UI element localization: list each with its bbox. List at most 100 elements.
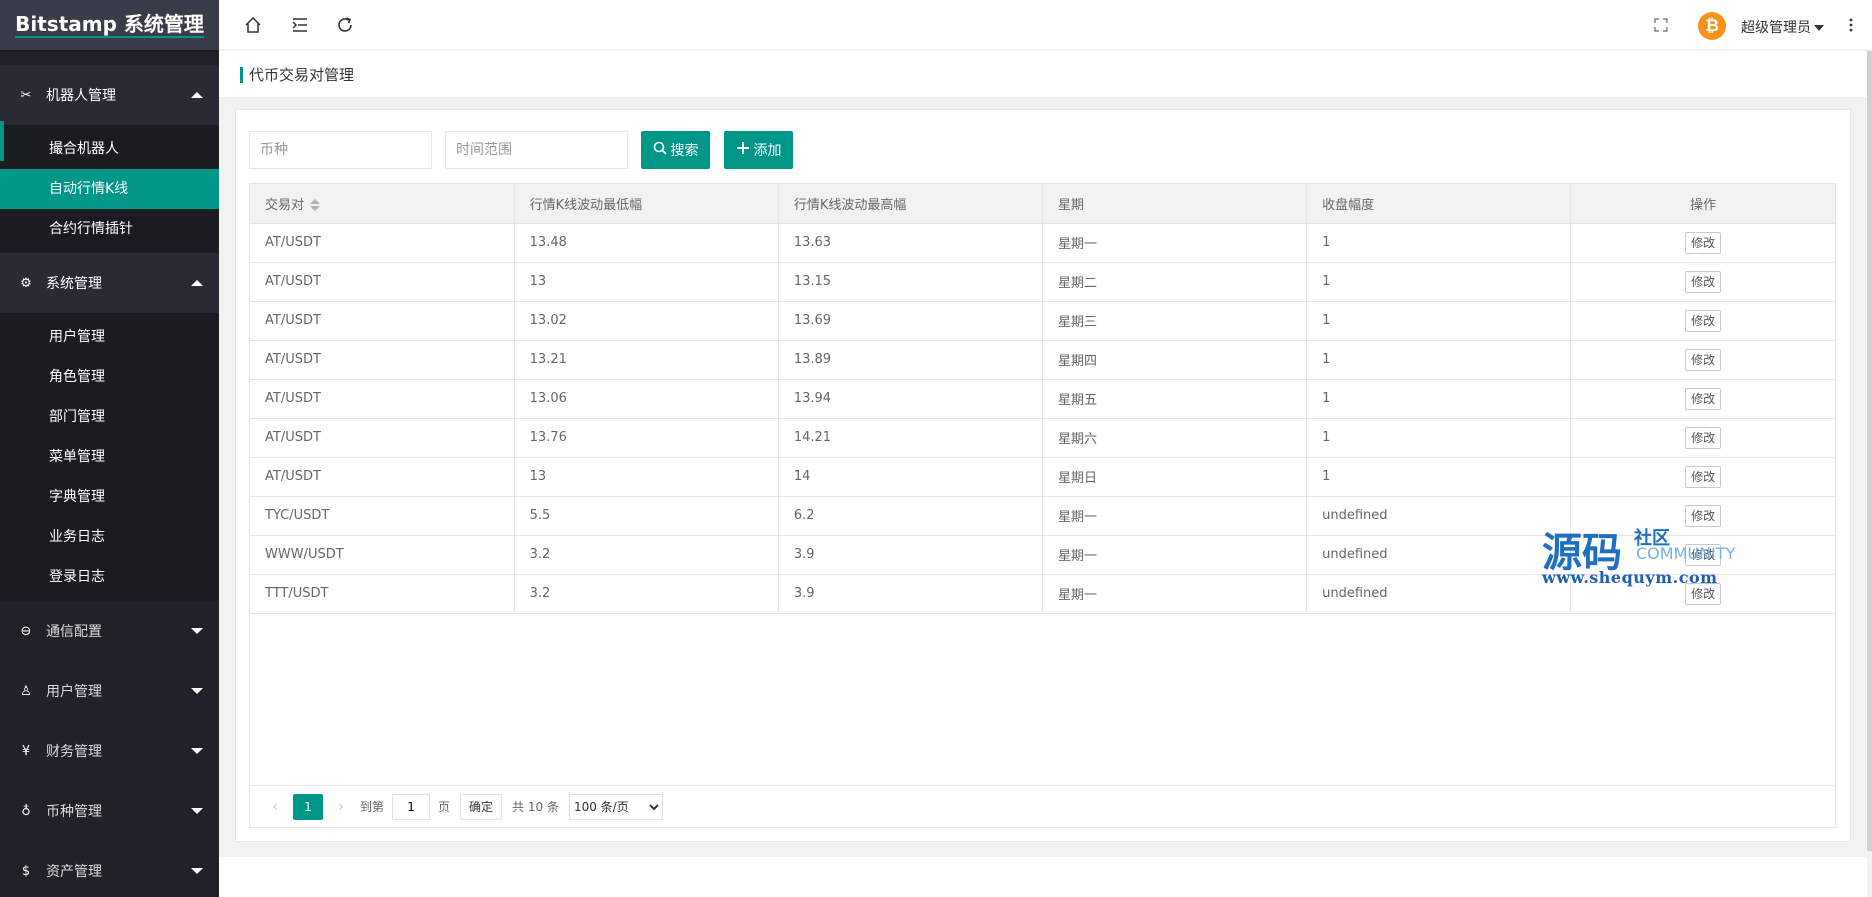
table-cell-action: 修改: [1570, 457, 1835, 497]
data-table: 交易对 行情K线波动最低幅 行情K线波动最高幅 星期 收盘幅度 操作 AT/US…: [249, 183, 1836, 828]
sidebar-item-roles[interactable]: 角色管理: [0, 357, 219, 397]
edit-button[interactable]: 修改: [1685, 231, 1722, 254]
avatar[interactable]: ₿: [1698, 12, 1726, 40]
edit-button[interactable]: 修改: [1685, 465, 1722, 488]
table-row: AT/USDT 13.76 14.21 星期六 1 修改: [250, 418, 1835, 458]
sidebar-item-contract-spike[interactable]: 合约行情插针: [0, 209, 219, 249]
next-page-icon[interactable]: ›: [328, 794, 354, 820]
add-button[interactable]: 添加: [724, 131, 793, 169]
goto-page-input[interactable]: [392, 793, 431, 820]
app-title: Bitstamp 系统管理: [15, 12, 204, 38]
page-title: 代币交易对管理: [249, 66, 355, 84]
edit-button[interactable]: 修改: [1685, 582, 1722, 605]
plus-icon: [736, 141, 750, 159]
menu-group-coin-title[interactable]: ♁ 币种管理: [0, 781, 219, 841]
edit-button[interactable]: 修改: [1685, 504, 1722, 527]
table-cell: 3.9: [778, 535, 1043, 575]
table-cell: 13.76: [514, 418, 779, 458]
table-cell: 13.48: [514, 223, 779, 263]
table-cell: 13.06: [514, 379, 779, 419]
menu-group-robot-title[interactable]: ✂ 机器人管理: [0, 65, 219, 125]
table-cell: 星期四: [1042, 340, 1308, 380]
title-accent-bar: [240, 67, 243, 83]
menu-group-asset: $ 资产管理: [0, 841, 219, 897]
table-cell: AT/USDT: [250, 262, 515, 302]
table-cell: undefined: [1306, 535, 1572, 575]
scrollbar[interactable]: [1867, 51, 1872, 851]
table-row: AT/USDT 13.21 13.89 星期四 1 修改: [250, 340, 1835, 380]
menu-group-label: 资产管理: [46, 864, 102, 880]
fullscreen-icon[interactable]: [1649, 13, 1673, 37]
user-menu[interactable]: 超级管理员: [1741, 17, 1824, 37]
col-header-action: 操作: [1570, 184, 1835, 224]
col-header-pair[interactable]: 交易对: [250, 184, 515, 224]
table-cell: AT/USDT: [250, 340, 515, 380]
table-cell: AT/USDT: [250, 379, 515, 419]
edit-button[interactable]: 修改: [1685, 348, 1722, 371]
menu-group-user-title[interactable]: ♙ 用户管理: [0, 661, 219, 721]
wrench-icon: ✂: [20, 87, 32, 103]
sidebar-item-auto-kline[interactable]: 自动行情K线: [0, 169, 219, 209]
submenu-system: 用户管理 角色管理 部门管理 菜单管理 字典管理 业务日志 登录日志: [0, 313, 219, 601]
menu-group-asset-title[interactable]: $ 资产管理: [0, 841, 219, 897]
pagination: ‹ 1 › 到第 页 确定 共 10 条 100 条/页: [250, 785, 1835, 827]
sidebar-item-menus[interactable]: 菜单管理: [0, 437, 219, 477]
submenu-robot: 撮合机器人 自动行情K线 合约行情插针: [0, 121, 219, 253]
menu-group-system: ⚙ 系统管理 用户管理 角色管理 部门管理 菜单管理 字典管理 业务日志 登录日…: [0, 253, 219, 601]
sidebar-item-match-robot[interactable]: 撮合机器人: [0, 121, 219, 169]
app-logo[interactable]: Bitstamp 系统管理: [0, 0, 219, 50]
table-cell: 星期一: [1042, 535, 1308, 575]
table-cell: TYC/USDT: [250, 496, 515, 536]
home-icon[interactable]: [241, 13, 265, 37]
table-cell-action: 修改: [1570, 418, 1835, 458]
table-cell: 1: [1306, 379, 1572, 419]
sort-icon[interactable]: [310, 199, 321, 212]
top-header: ₿ 超级管理员: [219, 0, 1872, 50]
edit-button[interactable]: 修改: [1685, 387, 1722, 410]
col-header-weekday: 星期: [1042, 184, 1308, 224]
edit-button[interactable]: 修改: [1685, 309, 1722, 332]
prev-page-icon[interactable]: ‹: [262, 794, 288, 820]
menu-group-label: 用户管理: [46, 684, 102, 700]
time-range-input[interactable]: [445, 131, 628, 169]
chevron-up-icon: [191, 280, 203, 286]
table-cell: WWW/USDT: [250, 535, 515, 575]
table-cell-action: 修改: [1570, 340, 1835, 380]
table-cell: 星期二: [1042, 262, 1308, 302]
menu-group-robot: ✂ 机器人管理 撮合机器人 自动行情K线 合约行情插针: [0, 65, 219, 253]
goto-confirm-button[interactable]: 确定: [460, 793, 503, 820]
sidebar-item-business-log[interactable]: 业务日志: [0, 517, 219, 557]
edit-button[interactable]: 修改: [1685, 543, 1722, 566]
table-cell: 13.69: [778, 301, 1043, 341]
menu-group-comm-title[interactable]: ⊖ 通信配置: [0, 601, 219, 661]
menu-group-finance-title[interactable]: ¥ 财务管理: [0, 721, 219, 781]
edit-button[interactable]: 修改: [1685, 426, 1722, 449]
table-cell: 13.89: [778, 340, 1043, 380]
menu-toggle-icon[interactable]: [288, 13, 312, 37]
sidebar-item-dictionary[interactable]: 字典管理: [0, 477, 219, 517]
search-button[interactable]: 搜索: [641, 131, 710, 169]
table-cell-action: 修改: [1570, 223, 1835, 263]
table-row: AT/USDT 13.48 13.63 星期一 1 修改: [250, 223, 1835, 263]
sidebar: Bitstamp 系统管理 ✂ 机器人管理 撮合机器人 自动行情K线 合约行情插…: [0, 0, 219, 897]
coin-search-input[interactable]: [249, 131, 432, 169]
sidebar-item-departments[interactable]: 部门管理: [0, 397, 219, 437]
sidebar-item-users[interactable]: 用户管理: [0, 317, 219, 357]
table-cell-action: 修改: [1570, 535, 1835, 575]
table-cell: 1: [1306, 262, 1572, 302]
table-row: TTT/USDT 3.2 3.9 星期一 undefined 修改: [250, 574, 1835, 614]
table-cell: 13.94: [778, 379, 1043, 419]
search-button-label: 搜索: [670, 143, 699, 159]
menu-group-label: 币种管理: [46, 804, 102, 820]
menu-group-system-title[interactable]: ⚙ 系统管理: [0, 253, 219, 313]
sidebar-item-login-log[interactable]: 登录日志: [0, 557, 219, 597]
edit-button[interactable]: 修改: [1685, 270, 1722, 293]
table-cell-action: 修改: [1570, 262, 1835, 302]
table-cell: 13.02: [514, 301, 779, 341]
menu-group-label: 通信配置: [46, 624, 102, 640]
current-page[interactable]: 1: [293, 793, 323, 820]
page-size-select[interactable]: 100 条/页: [568, 793, 663, 820]
table-cell: 星期一: [1042, 496, 1308, 536]
more-vertical-icon[interactable]: [1839, 13, 1863, 37]
refresh-icon[interactable]: [333, 13, 357, 37]
